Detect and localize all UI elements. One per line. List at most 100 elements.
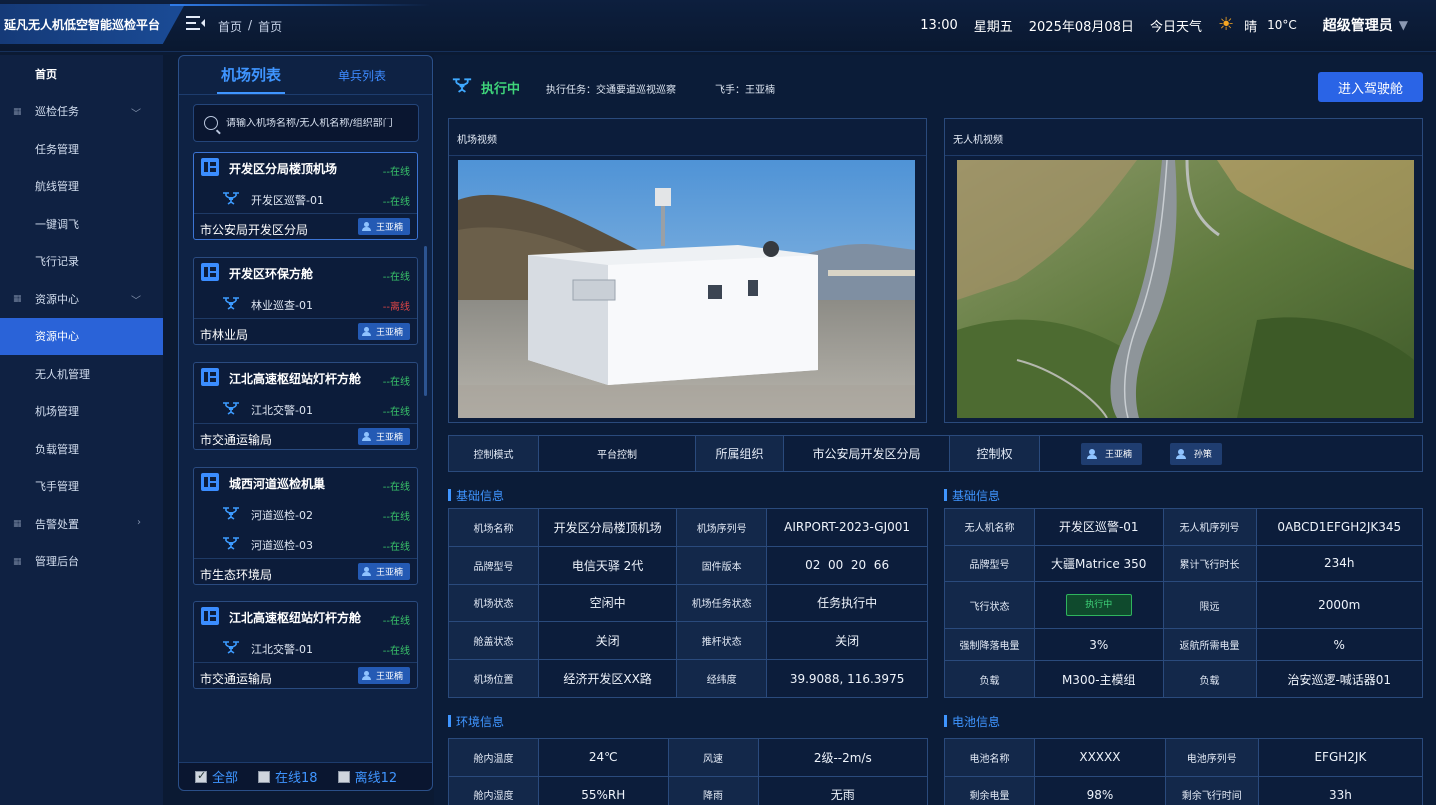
airport-card[interactable]: 开发区分局楼顶机场 --在线 开发区巡警-01 --在线 市公安局开发区分局 王亚楠: [193, 152, 418, 240]
org-key: 所属组织: [695, 435, 784, 472]
video-title: 无人机视频: [953, 135, 1003, 146]
sidebar-item-airport-management[interactable]: 机场管理: [0, 393, 163, 431]
table-key: 品牌型号: [944, 544, 1035, 583]
execution-pilot: 飞手：王亚楠: [715, 85, 775, 96]
table-value: 无雨: [757, 775, 929, 805]
control-mode-key: 控制模式: [448, 435, 539, 472]
control-holders: 王亚楠 孙策: [1039, 435, 1423, 472]
breadcrumb: 首页 / 首页: [218, 18, 282, 35]
sidebar-item-label: 机场管理: [35, 405, 79, 419]
filter-online[interactable]: 在线18: [258, 767, 318, 786]
pilot-name: 王亚楠: [376, 672, 404, 682]
airport-name: 城西河道巡检机巢: [229, 477, 326, 491]
sidebar-group-admin[interactable]: ▦ 管理后台: [0, 543, 163, 581]
sidebar-item-drone-management[interactable]: 无人机管理: [0, 355, 163, 393]
enter-cockpit-button[interactable]: 进入驾驶舱: [1318, 72, 1423, 102]
sidebar-group-inspection[interactable]: ▦ 巡检任务 ﹀: [0, 93, 163, 131]
tab-soldier-list[interactable]: 单兵列表: [338, 67, 386, 84]
airport-name: 开发区分局楼顶机场: [229, 162, 338, 176]
filter-online-label: 在线18: [275, 771, 318, 786]
control-holder-chip[interactable]: 王亚楠: [1081, 442, 1143, 465]
sidebar-group-resources[interactable]: ▦ 资源中心 ﹀: [0, 280, 163, 318]
caret-down-icon[interactable]: ▼: [1399, 18, 1408, 32]
airport-list-panel: 机场列表 单兵列表 开发区分局楼顶机场 --在线 开发区巡警-01 --在线 市公安…: [178, 55, 433, 791]
search-box[interactable]: [193, 104, 419, 142]
tab-airport-list[interactable]: 机场列表: [216, 64, 286, 94]
table-value: 33h: [1257, 775, 1424, 805]
filter-offline[interactable]: 离线12: [337, 767, 397, 786]
title-accent-line: [170, 4, 430, 6]
airport-card[interactable]: 城西河道巡检机巢 --在线 河道巡检-02 --在线 河道巡检-03 --在线 市生态…: [193, 467, 418, 585]
drone-icon: [222, 640, 239, 654]
org-value: 市公安局开发区分局: [783, 435, 950, 472]
date: 2025年08月08日: [1028, 19, 1134, 35]
table-value: AIRPORT-2023-GJ001: [766, 508, 928, 547]
sidebar-item-label: 飞手管理: [35, 480, 79, 494]
table-key: 机场序列号: [676, 508, 768, 547]
drone-status: --在线: [382, 512, 410, 523]
filter-all[interactable]: 全部: [195, 767, 238, 786]
table-key: 舱内湿度: [448, 775, 539, 805]
table-key: 累计飞行时长: [1162, 544, 1257, 583]
checkbox-checked-icon[interactable]: [195, 769, 207, 783]
user-menu[interactable]: 超级管理员: [1323, 15, 1393, 35]
drone-video-feed[interactable]: [957, 160, 1414, 418]
sidebar-item-flight-records[interactable]: 飞行记录: [0, 243, 163, 281]
table-key: 电池名称: [944, 738, 1035, 777]
department: 市生态环境局: [200, 568, 273, 582]
list-scrollbar[interactable]: [424, 246, 427, 396]
sidebar-item-resource-center[interactable]: 资源中心: [0, 317, 163, 355]
table-key: 机场状态: [448, 583, 539, 623]
airport-status: --在线: [382, 272, 410, 283]
airport-video-feed[interactable]: [458, 160, 915, 418]
sidebar-item-home[interactable]: 首页: [0, 55, 163, 93]
sidebar-item-route-management[interactable]: 航线管理: [0, 168, 163, 206]
airport-card[interactable]: 开发区环保方舱 --在线 林业巡查-01 --离线 市林业局 王亚楠: [193, 257, 418, 345]
sidebar-item-task-management[interactable]: 任务管理: [0, 130, 163, 168]
table-row: 机场位置 经济开发区XX路 经纬度 39.9088, 116.3975: [448, 659, 928, 698]
airport-status: --在线: [382, 616, 410, 627]
breadcrumb-home[interactable]: 首页: [218, 18, 242, 35]
department: 市林业局: [200, 328, 249, 342]
breadcrumb-separator: /: [248, 18, 253, 32]
airport-card[interactable]: 江北高速枢纽站灯杆方舱 --在线 江北交警-01 --在线 市交通运输局 王亚楠: [193, 362, 418, 450]
section-title-battery: 电池信息: [944, 713, 1000, 730]
checkbox-icon[interactable]: [337, 770, 350, 783]
pilot-name: 王亚楠: [376, 223, 404, 233]
table-value: 经济开发区XX路: [537, 659, 678, 698]
sidebar-item-one-click-dispatch[interactable]: 一键调飞: [0, 205, 163, 243]
table-key: 品牌型号: [448, 545, 539, 585]
sidebar: 首页 ▦ 巡检任务 ﹀ 任务管理 航线管理 一键调飞 飞行记录 ▦ 资源中心 ﹀ 资源中…: [0, 55, 163, 805]
holder-name: 王亚楠: [1105, 450, 1133, 460]
sidebar-item-label: 告警处置: [35, 517, 79, 531]
control-holder-chip[interactable]: 孙策: [1169, 442, 1222, 465]
table-value: 234h: [1255, 544, 1423, 583]
airport-card[interactable]: 江北高速枢纽站灯杆方舱 --在线 江北交警-01 --在线 市交通运输局 王亚楠: [193, 601, 418, 689]
tab-divider: [179, 94, 432, 95]
table-key: 负载: [1162, 660, 1257, 698]
list-tabs: 机场列表 单兵列表: [179, 56, 432, 96]
checkbox-icon[interactable]: [258, 770, 271, 783]
drone-status: --在线: [382, 407, 410, 418]
drone-name: 江北交警-01: [251, 404, 313, 417]
holder-name: 孙策: [1193, 450, 1212, 460]
menu-collapse-icon[interactable]: [186, 15, 206, 33]
drone-icon: [222, 401, 239, 415]
sidebar-item-payload-management[interactable]: 负载管理: [0, 430, 163, 468]
sidebar-item-pilot-management[interactable]: 飞手管理: [0, 468, 163, 506]
grid-icon: ▦: [13, 106, 22, 117]
battery-table: 电池名称 XXXXX 电池序列号 EFGH2JK 剩余电量 98% 剩余飞行时间 33h: [944, 738, 1424, 805]
drone-video-panel: 无人机视频: [944, 118, 1423, 423]
table-key: 风速: [667, 738, 759, 777]
airport-video-panel: 机场视频: [448, 118, 927, 423]
weekday: 星期五: [973, 19, 1013, 35]
sidebar-item-label: 负载管理: [35, 442, 79, 456]
table-row: 负载 M300-主模组 负载 治安巡逻-喊话器01: [944, 660, 1423, 698]
control-table: 控制模式 平台控制 所属组织 市公安局开发区分局 控制权 王亚楠 孙策: [448, 435, 1423, 472]
drone-icon: [222, 191, 239, 205]
table-row: 无人机名称 开发区巡警-01 无人机序列号 0ABCD1EFGH2JK345: [944, 508, 1423, 546]
search-input[interactable]: [226, 117, 412, 129]
sidebar-group-alarms[interactable]: ▦ 告警处置 ›: [0, 505, 163, 543]
sun-icon: ☀: [1217, 14, 1235, 35]
pilot-chip: 王亚楠: [358, 323, 410, 340]
